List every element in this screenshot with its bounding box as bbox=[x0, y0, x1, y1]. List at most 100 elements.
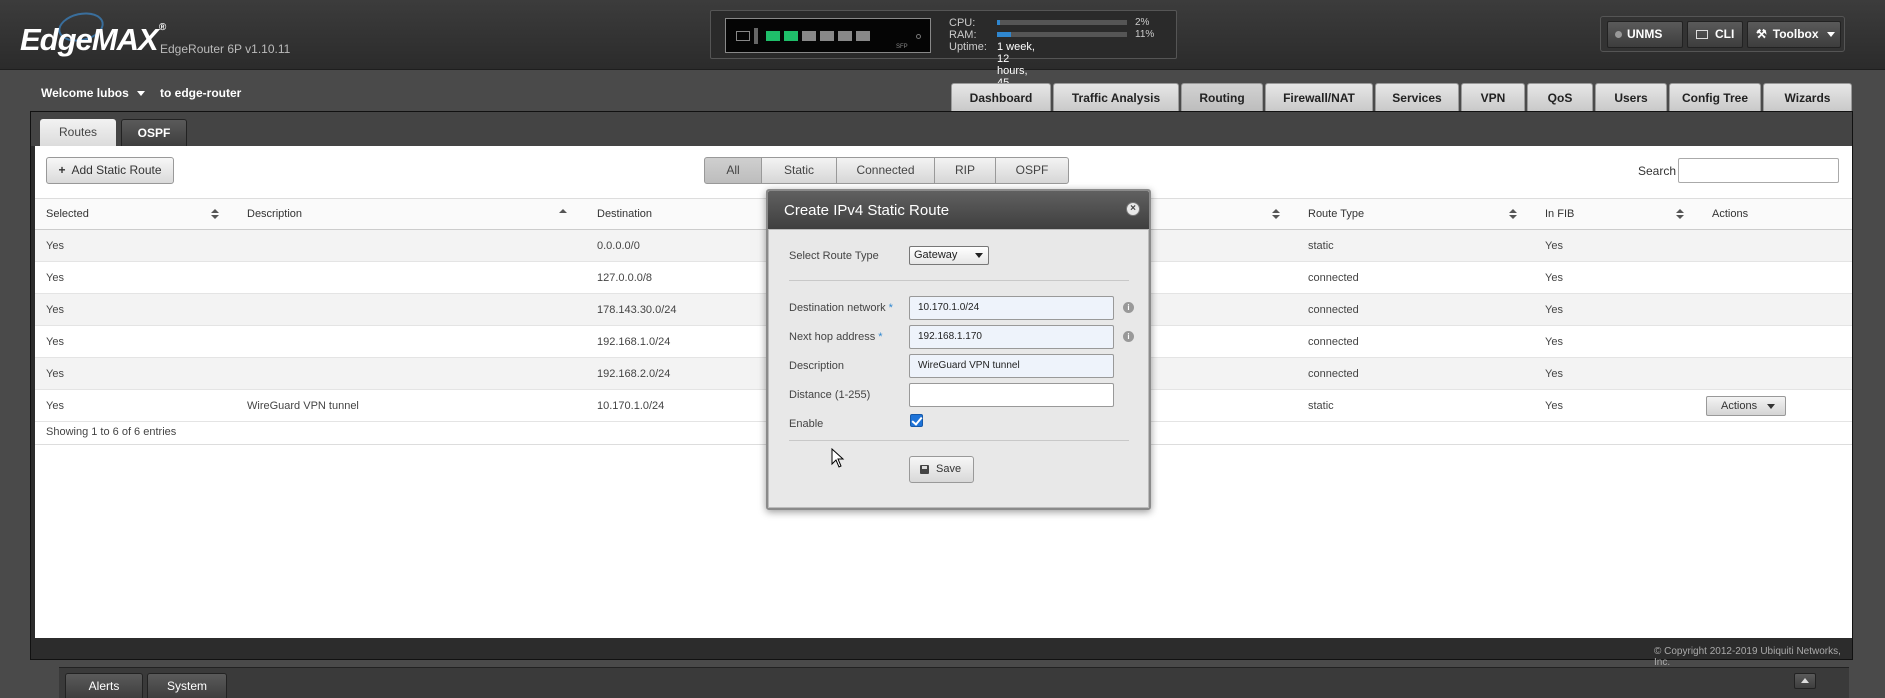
distance-input[interactable] bbox=[909, 383, 1114, 407]
subtab-routes[interactable]: Routes bbox=[40, 119, 116, 146]
wrench-icon: ⚒ bbox=[1756, 27, 1767, 41]
edgemax-logo[interactable]: EdgeMAX® bbox=[20, 22, 166, 58]
cell-route-type: static bbox=[1308, 240, 1334, 252]
port-eth0-icon bbox=[766, 31, 780, 41]
create-route-dialog: Create IPv4 Static Route × Select Route … bbox=[766, 189, 1151, 510]
cpu-label: CPU: bbox=[949, 17, 976, 29]
route-type-label: Select Route Type bbox=[789, 250, 879, 262]
cursor-icon bbox=[831, 448, 845, 468]
cell-destination: 10.170.1.0/24 bbox=[597, 400, 665, 412]
sort-asc-icon[interactable] bbox=[559, 209, 567, 220]
description-input[interactable]: WireGuard VPN tunnel bbox=[909, 354, 1114, 378]
ram-percent: 11% bbox=[1135, 29, 1155, 40]
unms-status-icon bbox=[1615, 31, 1622, 38]
cell-in-fib: Yes bbox=[1545, 368, 1563, 380]
distance-label: Distance (1-255) bbox=[789, 389, 871, 401]
save-icon bbox=[920, 465, 929, 474]
cell-in-fib: Yes bbox=[1545, 336, 1563, 348]
chevron-up-icon[interactable] bbox=[1794, 673, 1816, 689]
filter-ospf[interactable]: OSPF bbox=[995, 157, 1069, 184]
cell-destination: 127.0.0.0/8 bbox=[597, 272, 653, 284]
cell-route-type: connected bbox=[1308, 368, 1359, 380]
tab-qos[interactable]: QoS bbox=[1527, 83, 1593, 111]
cell-route-type: connected bbox=[1308, 304, 1359, 316]
cell-selected: Yes bbox=[46, 240, 64, 252]
router-hostname: to edge-router bbox=[160, 86, 242, 100]
col-route-type[interactable]: Route Type bbox=[1308, 208, 1364, 220]
cell-destination: 0.0.0.0/0 bbox=[597, 240, 640, 252]
chevron-down-icon bbox=[1826, 32, 1835, 38]
dialog-title: Create IPv4 Static Route bbox=[784, 202, 950, 219]
close-icon[interactable]: × bbox=[1126, 202, 1140, 216]
add-static-route-button[interactable]: + Add Static Route bbox=[46, 157, 174, 184]
info-icon[interactable]: i bbox=[1123, 331, 1134, 342]
tab-alerts[interactable]: Alerts bbox=[65, 673, 143, 698]
search-input[interactable] bbox=[1678, 158, 1839, 183]
tab-wizards[interactable]: Wizards bbox=[1763, 83, 1852, 111]
sort-icon[interactable] bbox=[1272, 209, 1280, 220]
cell-destination: 178.143.30.0/24 bbox=[597, 304, 677, 316]
port-status-panel: SFP CPU: 2% RAM: 11% Uptime: 1 week, 12 … bbox=[710, 10, 1177, 101]
next-hop-label: Next hop address * bbox=[789, 331, 883, 343]
sfp-label: SFP bbox=[896, 44, 908, 50]
sort-icon[interactable] bbox=[1676, 209, 1684, 220]
info-icon[interactable]: i bbox=[1123, 302, 1134, 313]
tab-vpn[interactable]: VPN bbox=[1461, 83, 1525, 111]
uptime-label: Uptime: bbox=[949, 41, 987, 53]
cell-description: WireGuard VPN tunnel bbox=[247, 400, 359, 412]
divider bbox=[789, 440, 1129, 441]
cell-route-type: static bbox=[1308, 400, 1334, 412]
cli-button[interactable]: CLI bbox=[1687, 21, 1743, 48]
header-tools: UNMS CLI ⚒ Toolbox bbox=[1600, 16, 1845, 52]
tab-services[interactable]: Services bbox=[1375, 83, 1459, 111]
col-destination[interactable]: Destination bbox=[597, 208, 652, 220]
enable-checkbox[interactable] bbox=[910, 414, 923, 427]
cell-selected: Yes bbox=[46, 272, 64, 284]
port-separator bbox=[754, 28, 758, 44]
tab-dashboard[interactable]: Dashboard bbox=[951, 83, 1051, 111]
col-selected[interactable]: Selected bbox=[46, 208, 89, 220]
cell-in-fib: Yes bbox=[1545, 304, 1563, 316]
cell-in-fib: Yes bbox=[1545, 400, 1563, 412]
row-actions-button[interactable]: Actions bbox=[1706, 396, 1786, 416]
cell-route-type: connected bbox=[1308, 272, 1359, 284]
subtab-ospf[interactable]: OSPF bbox=[121, 119, 187, 146]
cell-in-fib: Yes bbox=[1545, 240, 1563, 252]
sort-icon[interactable] bbox=[1509, 209, 1517, 220]
toolbox-button[interactable]: ⚒ Toolbox bbox=[1747, 21, 1841, 48]
tab-system[interactable]: System bbox=[147, 673, 227, 698]
tab-routing[interactable]: Routing bbox=[1181, 83, 1263, 111]
cell-destination: 192.168.1.0/24 bbox=[597, 336, 671, 348]
entries-info: Showing 1 to 6 of 6 entries bbox=[46, 426, 177, 438]
col-description[interactable]: Description bbox=[247, 208, 302, 220]
route-type-select[interactable]: Gateway bbox=[909, 246, 989, 265]
next-hop-input[interactable]: 192.168.1.170 bbox=[909, 325, 1114, 349]
top-header: EdgeMAX® EdgeRouter 6P v1.10.11 SFP CPU:… bbox=[0, 0, 1885, 101]
filter-connected[interactable]: Connected bbox=[836, 157, 935, 184]
dialog-header: Create IPv4 Static Route × bbox=[768, 191, 1149, 229]
tab-users[interactable]: Users bbox=[1595, 83, 1667, 111]
col-in-fib[interactable]: In FIB bbox=[1545, 208, 1574, 220]
filter-all[interactable]: All bbox=[704, 157, 762, 184]
cell-selected: Yes bbox=[46, 336, 64, 348]
cell-selected: Yes bbox=[46, 304, 64, 316]
bottom-bar: Alerts System bbox=[59, 667, 1849, 698]
user-menu[interactable]: Welcome lubos bbox=[41, 86, 145, 100]
unms-button[interactable]: UNMS bbox=[1607, 21, 1683, 48]
chevron-down-icon bbox=[136, 91, 145, 97]
divider bbox=[789, 280, 1129, 281]
subtabs-bar: Routes OSPF bbox=[31, 112, 1852, 146]
port-eth2-icon bbox=[802, 31, 816, 41]
tab-config-tree[interactable]: Config Tree bbox=[1669, 83, 1761, 111]
save-button[interactable]: Save bbox=[909, 456, 974, 483]
cpu-percent: 2% bbox=[1135, 17, 1150, 28]
cpu-bar bbox=[997, 20, 1127, 25]
filter-rip[interactable]: RIP bbox=[934, 157, 996, 184]
destination-network-input[interactable]: 10.170.1.0/24 bbox=[909, 296, 1114, 320]
plus-icon: + bbox=[58, 163, 66, 177]
tab-traffic-analysis[interactable]: Traffic Analysis bbox=[1053, 83, 1179, 111]
filter-static[interactable]: Static bbox=[761, 157, 837, 184]
tab-firewall-nat[interactable]: Firewall/NAT bbox=[1265, 83, 1373, 111]
port-eth5-icon bbox=[856, 31, 870, 41]
sort-icon[interactable] bbox=[211, 209, 219, 220]
